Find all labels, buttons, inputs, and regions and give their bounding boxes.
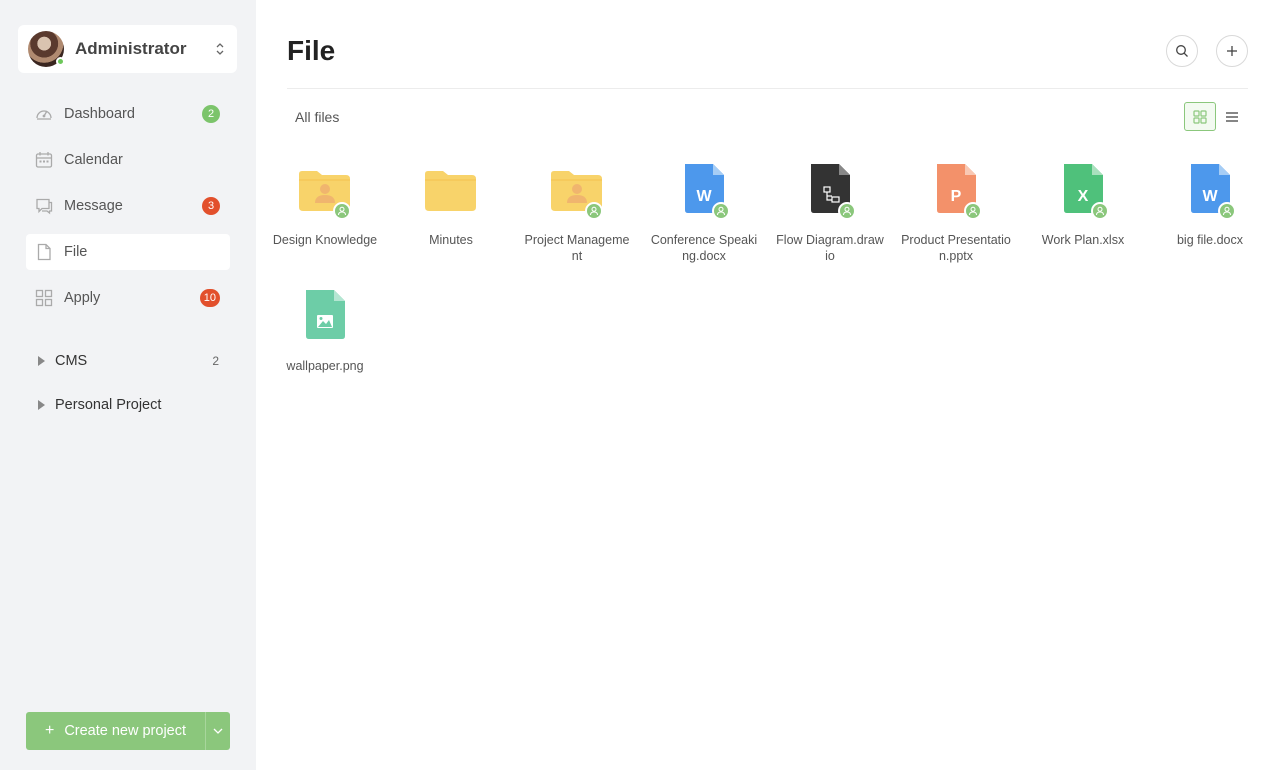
chevron-down-icon bbox=[213, 728, 223, 734]
shared-folder-icon bbox=[295, 162, 355, 220]
file-name: Project Management bbox=[524, 233, 630, 263]
folder-icon bbox=[421, 162, 481, 218]
file-name: Design Knowledge bbox=[272, 233, 378, 247]
image-file-icon bbox=[295, 288, 355, 344]
grid-icon bbox=[1193, 109, 1207, 124]
file-name: wallpaper.png bbox=[286, 359, 364, 373]
file-item[interactable]: Project Management bbox=[522, 162, 632, 264]
list-view-button[interactable] bbox=[1216, 102, 1248, 131]
header-divider bbox=[287, 88, 1248, 89]
search-button[interactable] bbox=[1166, 35, 1198, 67]
shared-user-icon bbox=[585, 202, 603, 220]
svg-text:X: X bbox=[1078, 188, 1089, 205]
svg-text:P: P bbox=[951, 188, 962, 205]
file-item[interactable]: P Product Presentation.pptx bbox=[901, 162, 1011, 264]
word-doc-icon: W bbox=[674, 162, 734, 220]
file-name: Product Presentation.pptx bbox=[901, 233, 1011, 263]
shared-user-icon bbox=[1091, 202, 1109, 220]
file-item[interactable]: W Conference Speaking.docx bbox=[649, 162, 759, 264]
sidebar-item-message[interactable]: Message 3 bbox=[26, 188, 230, 224]
apply-grid-icon bbox=[35, 289, 53, 307]
shared-user-icon bbox=[964, 202, 982, 220]
expand-triangle-icon[interactable] bbox=[38, 356, 45, 366]
chevron-updown-icon[interactable] bbox=[215, 41, 225, 57]
svg-text:W: W bbox=[1202, 188, 1218, 205]
create-project-button[interactable]: + Create new project bbox=[26, 712, 230, 750]
file-item[interactable]: X Work Plan.xlsx bbox=[1028, 162, 1138, 248]
create-project-label: Create new project bbox=[64, 723, 187, 739]
project-group-personal[interactable]: Personal Project bbox=[26, 390, 230, 420]
ppt-file-icon: P bbox=[926, 162, 986, 220]
file-item[interactable]: W big file.docx bbox=[1155, 162, 1265, 248]
create-project-dropdown[interactable] bbox=[206, 712, 230, 750]
sidebar-item-calendar[interactable]: Calendar bbox=[26, 142, 230, 178]
sidebar-item-label: Calendar bbox=[64, 152, 123, 168]
file-name: Minutes bbox=[429, 233, 473, 247]
sidebar-item-file[interactable]: File bbox=[26, 234, 230, 270]
calendar-icon bbox=[35, 151, 53, 169]
file-name: big file.docx bbox=[1176, 233, 1243, 247]
project-group-count: 2 bbox=[212, 354, 219, 368]
breadcrumb[interactable]: All files bbox=[295, 109, 339, 125]
avatar bbox=[28, 31, 65, 67]
project-group-label: CMS bbox=[55, 353, 88, 369]
shared-user-icon bbox=[1218, 202, 1236, 220]
file-item[interactable]: Flow Diagram.drawio bbox=[775, 162, 885, 264]
file-item[interactable]: Minutes bbox=[396, 162, 506, 248]
word-doc-icon: W bbox=[1180, 162, 1240, 220]
svg-text:W: W bbox=[696, 188, 712, 205]
sidebar-item-label: Message bbox=[64, 198, 123, 214]
user-switcher[interactable]: Administrator bbox=[18, 25, 237, 73]
file-icon bbox=[35, 243, 53, 261]
project-group-label: Personal Project bbox=[55, 397, 162, 413]
sidebar-nav: Dashboard 2 Calendar Message 3 File Appl… bbox=[26, 96, 230, 326]
page-title: File bbox=[287, 35, 336, 66]
search-icon bbox=[1176, 45, 1188, 57]
file-name: Conference Speaking.docx bbox=[650, 233, 758, 263]
list-icon bbox=[1226, 111, 1238, 122]
add-button[interactable] bbox=[1216, 35, 1248, 67]
file-name: Work Plan.xlsx bbox=[1041, 233, 1125, 247]
shared-user-icon bbox=[838, 202, 856, 220]
main-content: File All files Design Knowledge Minutes … bbox=[256, 0, 1280, 770]
file-name: Flow Diagram.drawio bbox=[776, 233, 884, 263]
shared-user-icon bbox=[333, 202, 351, 220]
notification-badge: 2 bbox=[202, 105, 220, 123]
grid-view-button[interactable] bbox=[1184, 102, 1216, 131]
user-name: Administrator bbox=[75, 39, 187, 58]
sidebar-item-label: Apply bbox=[64, 290, 101, 306]
plus-icon bbox=[1227, 46, 1237, 56]
create-project-main[interactable]: + Create new project bbox=[26, 712, 206, 750]
notification-badge: 10 bbox=[199, 289, 220, 307]
sidebar-item-dashboard[interactable]: Dashboard 2 bbox=[26, 96, 230, 132]
online-status-dot bbox=[56, 57, 65, 66]
file-item[interactable]: wallpaper.png bbox=[270, 288, 380, 374]
shared-user-icon bbox=[712, 202, 730, 220]
message-icon bbox=[35, 197, 53, 215]
excel-file-icon: X bbox=[1053, 162, 1113, 220]
sidebar-item-apply[interactable]: Apply 10 bbox=[26, 280, 230, 316]
project-group-cms[interactable]: CMS 2 bbox=[26, 346, 230, 376]
expand-triangle-icon[interactable] bbox=[38, 400, 45, 410]
dashboard-icon bbox=[35, 105, 53, 123]
drawio-file-icon bbox=[800, 162, 860, 220]
sidebar-item-label: Dashboard bbox=[64, 106, 135, 122]
plus-icon: + bbox=[44, 722, 55, 739]
sidebar-item-label: File bbox=[64, 244, 88, 260]
notification-badge: 3 bbox=[202, 197, 220, 215]
sidebar: Administrator Dashboard 2 Calendar Messa… bbox=[0, 0, 256, 770]
shared-folder-icon bbox=[547, 162, 607, 220]
file-item[interactable]: Design Knowledge bbox=[270, 162, 380, 248]
